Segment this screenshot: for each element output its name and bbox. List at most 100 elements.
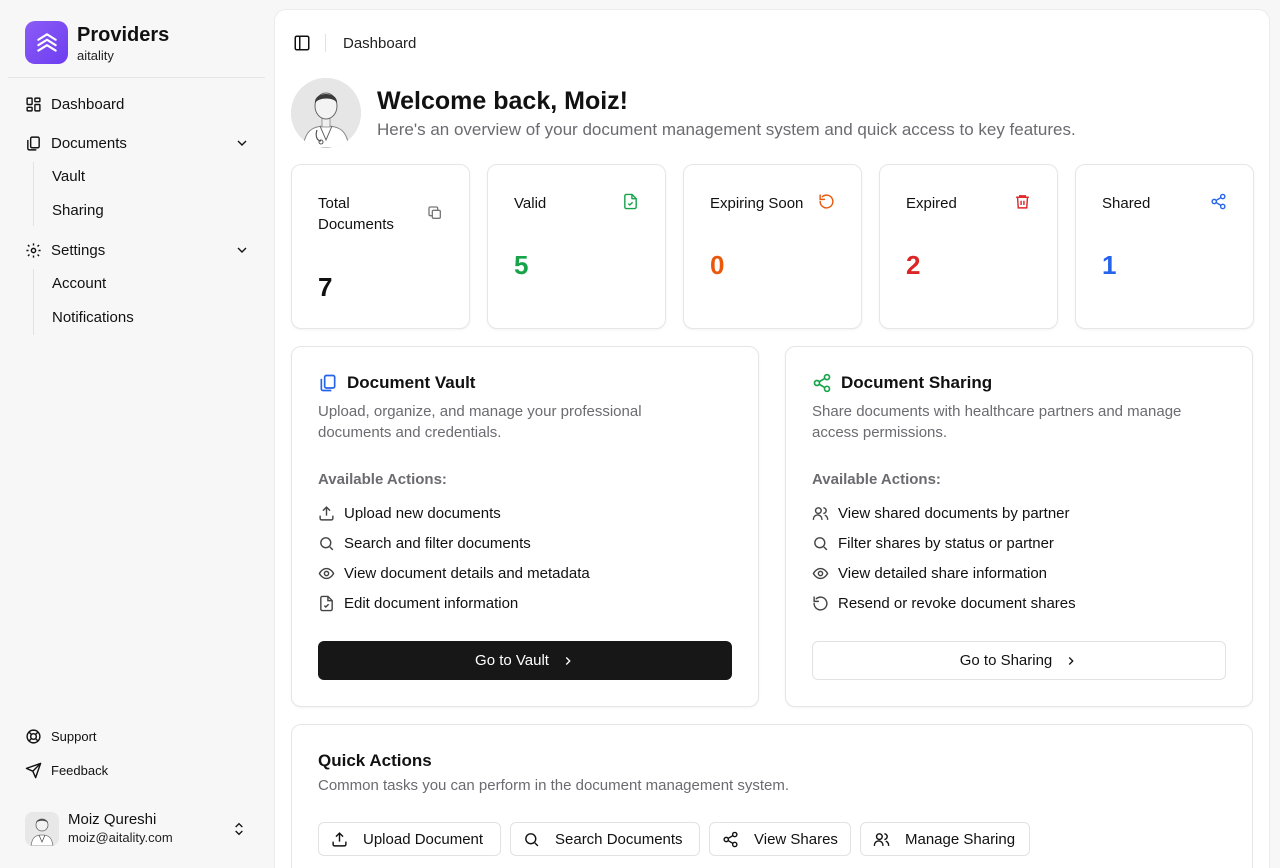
chevron-right-icon: [565, 656, 571, 665]
actions-label: Available Actions:: [812, 471, 941, 488]
sidebar-item-account[interactable]: Account: [52, 273, 106, 295]
stat-value: 1: [1102, 250, 1117, 280]
chevron-down-icon[interactable]: [234, 135, 250, 151]
stat-card-expired: Expired 2: [879, 164, 1058, 329]
eye-icon: [318, 567, 335, 580]
file-check-icon: [320, 595, 333, 612]
search-icon: [320, 537, 334, 551]
gear-icon: [26, 242, 41, 258]
documents-icon: [320, 374, 336, 392]
upload-icon: [332, 831, 347, 847]
stat-label: Expiring Soon: [710, 195, 804, 212]
list-item: Upload new documents: [318, 505, 501, 522]
avatar: [25, 812, 59, 846]
card-title: Document Sharing: [841, 373, 993, 392]
actions-label: Available Actions:: [318, 471, 447, 488]
action-text: View shared documents by partner: [838, 505, 1070, 522]
feedback-label: Feedback: [51, 763, 109, 778]
list-item: Filter shares by status or partner: [812, 535, 1054, 552]
sidebar-item-notifications[interactable]: Notifications: [52, 307, 134, 329]
user-menu[interactable]: Moiz Qureshi moiz@aitality.com: [25, 811, 250, 847]
welcome-section: Welcome back, Moiz! Here's an overview o…: [291, 78, 1076, 148]
sidebar-item-label: Dashboard: [51, 95, 125, 113]
upload-document-button[interactable]: Upload Document: [318, 822, 501, 856]
sidebar-divider: [8, 77, 265, 78]
copy-icon: [428, 206, 441, 219]
chevron-right-icon: [1069, 656, 1074, 665]
action-text: Resend or revoke document shares: [838, 595, 1076, 612]
upload-icon: [319, 506, 334, 521]
document-vault-card: Document Vault Upload, organize, and man…: [291, 346, 759, 707]
sidebar-item-sharing[interactable]: Sharing: [52, 200, 104, 222]
stat-value: 5: [514, 250, 529, 280]
dashboard-icon: [26, 96, 41, 112]
doctor-avatar: [291, 78, 361, 148]
quick-actions-card: Quick Actions Common tasks you can perfo…: [291, 724, 1253, 868]
sidebar-toggle-icon[interactable]: [293, 34, 311, 52]
stat-card-total-documents: Total Documents 7: [291, 164, 470, 329]
documents-icon: [27, 135, 40, 151]
card-description: Share documents with healthcare partners…: [812, 403, 1182, 441]
stat-value: 2: [906, 250, 921, 280]
brand-name: Providers: [77, 23, 170, 46]
search-documents-button[interactable]: Search Documents: [510, 822, 700, 856]
action-text: View detailed share information: [838, 565, 1048, 582]
share-icon: [813, 373, 831, 393]
share-icon: [723, 831, 738, 847]
card-title: Quick Actions: [318, 751, 432, 770]
page-subtitle: Here's an overview of your document mana…: [377, 120, 1076, 139]
topbar-divider: [325, 34, 326, 52]
rotate-icon: [819, 194, 834, 209]
chevron-down-icon[interactable]: [234, 242, 250, 258]
stat-card-expiring-soon: Expiring Soon 0: [683, 164, 862, 329]
sidebar-item-settings[interactable]: Settings: [25, 237, 250, 263]
action-text: Edit document information: [344, 595, 519, 612]
user-name: Moiz Qureshi: [68, 811, 157, 828]
button-label: Go to Sharing: [959, 652, 1053, 669]
card-title: Document Vault: [347, 373, 476, 392]
file-check-icon: [624, 193, 637, 210]
rotate-icon: [813, 596, 828, 611]
button-label: Go to Vault: [475, 652, 549, 669]
user-email: moiz@aitality.com: [68, 830, 173, 845]
users-icon: [873, 832, 890, 846]
stat-label: Shared: [1102, 195, 1151, 212]
action-text: Upload new documents: [344, 505, 501, 522]
trash-icon: [1016, 195, 1029, 209]
stat-value: 0: [710, 250, 725, 280]
action-text: Search and filter documents: [344, 535, 531, 552]
stat-label: Expired: [906, 195, 957, 212]
brand-subtitle: aitality: [77, 47, 114, 63]
sidebar-item-dashboard[interactable]: Dashboard: [25, 91, 250, 117]
sidebar-item-vault[interactable]: Vault: [52, 166, 85, 188]
sidebar-item-documents[interactable]: Documents: [25, 130, 250, 156]
breadcrumb[interactable]: Dashboard: [343, 35, 416, 52]
subnav-line: [33, 162, 34, 226]
list-item: View shared documents by partner: [812, 505, 1070, 522]
card-description: Upload, organize, and manage your profes…: [318, 403, 642, 441]
search-icon: [814, 537, 828, 551]
button-label: Upload Document: [363, 830, 484, 848]
support-label: Support: [51, 729, 97, 744]
view-shares-button[interactable]: View Shares: [709, 822, 851, 856]
action-text: View document details and metadata: [344, 565, 590, 582]
feedback-link[interactable]: Feedback: [25, 762, 108, 779]
go-to-vault-button[interactable]: Go to Vault: [318, 641, 732, 680]
list-item: Resend or revoke document shares: [812, 595, 1076, 612]
lifebuoy-icon: [26, 729, 41, 744]
go-to-sharing-button[interactable]: Go to Sharing: [812, 641, 1226, 680]
list-item: View document details and metadata: [318, 565, 590, 582]
list-item: View detailed share information: [812, 565, 1047, 582]
document-sharing-card: Document Sharing Share documents with he…: [785, 346, 1253, 707]
stat-card-shared: Shared 1: [1075, 164, 1254, 329]
chevrons-up-down-icon[interactable]: [231, 821, 247, 837]
search-icon: [525, 832, 539, 846]
brand-logo-icon: [25, 21, 68, 64]
stat-card-valid: Valid 5: [487, 164, 666, 329]
stat-value: 7: [318, 272, 333, 302]
brand[interactable]: Providers aitality: [25, 21, 169, 64]
support-link[interactable]: Support: [25, 728, 97, 745]
subnav-line: [33, 269, 34, 335]
card-description: Common tasks you can perform in the docu…: [318, 777, 790, 794]
manage-sharing-button[interactable]: Manage Sharing: [860, 822, 1030, 856]
